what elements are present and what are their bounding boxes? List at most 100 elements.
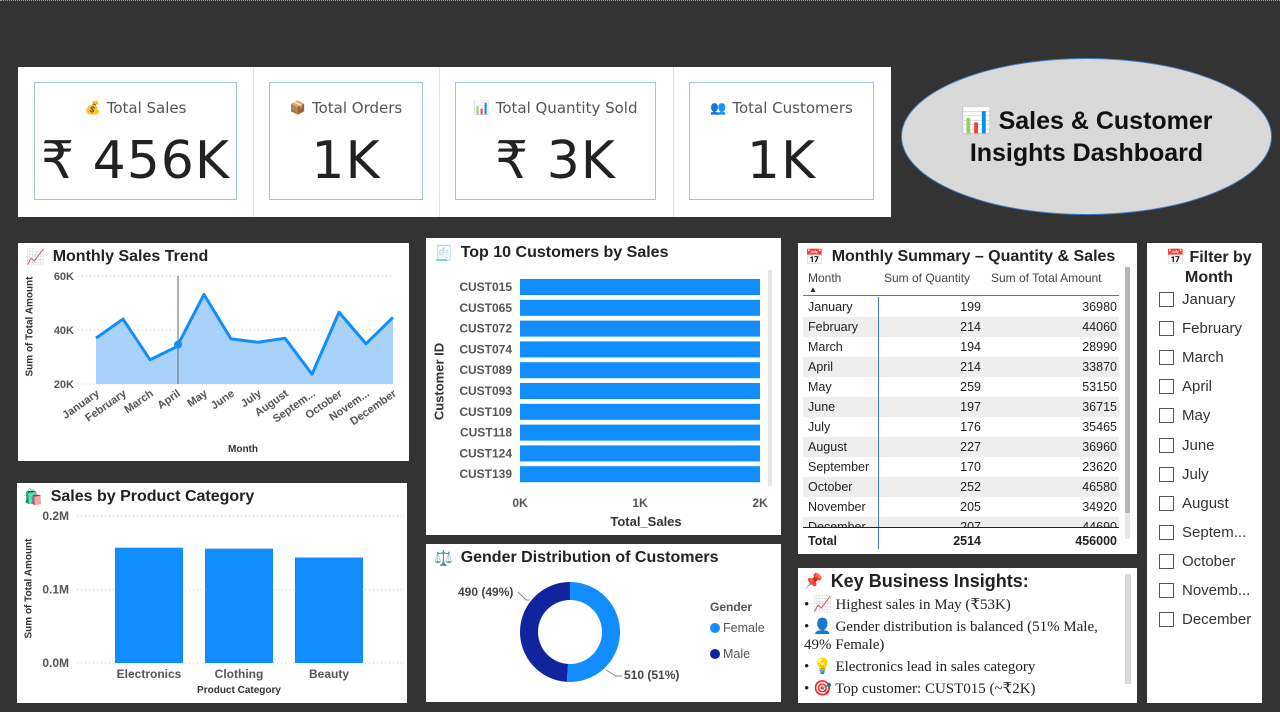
table-row[interactable]: December 207 44690 [803,517,1119,527]
cell-month: July [808,420,831,434]
table-row[interactable]: May 259 53150 [803,377,1119,397]
key-insights-panel: 📌 Key Business Insights: • 📈 Highest sal… [798,568,1137,703]
bar [520,279,760,295]
bar [520,424,760,441]
filter-item[interactable]: October [1159,553,1235,570]
cell-amount: 44690 [1082,520,1117,527]
filter-item[interactable]: July [1159,466,1209,483]
filter-item-label: January [1182,291,1236,308]
y-axis-title: Sum of Total Amount [23,538,35,639]
checkbox[interactable] [1159,437,1174,453]
cell-month: September [808,460,870,474]
kpi-card-total-quantity[interactable]: 📊 Total Quantity Sold ₹ 3K [455,82,656,200]
total-divider [803,527,1119,528]
checkbox[interactable] [1159,495,1174,511]
total-amount: 456000 [1075,534,1117,548]
filter-item[interactable]: December [1159,611,1251,628]
cell-amount: 53150 [1082,380,1117,394]
monthly-summary-panel[interactable]: 📅 Monthly Summary – Quantity & Sales Mon… [798,243,1137,554]
scrollbar[interactable] [1125,574,1131,684]
filter-item[interactable]: June [1159,437,1215,454]
insight-text: Highest sales in May (₹53K) [835,597,1011,613]
filter-item[interactable]: April [1159,378,1212,395]
checkbox[interactable] [1159,612,1174,628]
column-divider [878,297,879,549]
kpi-value: 1K [311,131,381,191]
filter-item-label: July [1182,465,1209,483]
monthly-sales-trend-panel[interactable]: 📈 Monthly Sales Trend 60K 40K 20K January Fe… [18,243,409,461]
leader-line [517,591,530,601]
bar-chart-icon: 📊 [473,100,490,116]
leader-line [605,669,622,677]
scrollbar-thumb[interactable] [1125,267,1130,513]
column-header-month[interactable]: Month [808,271,841,285]
legend-item-female[interactable]: Female [710,621,765,635]
checkbox[interactable] [1159,350,1174,366]
top-customers-panel[interactable]: 🧾 Top 10 Customers by Sales CUST015 CUST0… [426,238,781,535]
table-row[interactable]: October 252 46580 [803,477,1119,497]
scrollbar[interactable] [768,270,772,486]
bar [520,403,760,420]
column-header-quantity[interactable]: Sum of Quantity [884,271,970,285]
column-header-amount[interactable]: Sum of Total Amount [991,271,1102,285]
kpi-card-total-orders[interactable]: 📦 Total Orders 1K [269,82,423,200]
filter-item[interactable]: August [1159,495,1229,512]
x-tick-label: Electronics [117,667,182,681]
filter-item[interactable]: Septem... [1159,524,1246,541]
cell-month: October [808,480,853,494]
checkbox[interactable] [1159,408,1174,424]
kpi-card-total-customers[interactable]: 👥 Total Customers 1K [689,82,874,200]
cell-amount: 28990 [1082,340,1117,354]
cell-quantity: 252 [960,480,981,494]
x-tick-label: 1K [632,496,648,510]
scrollbar-track[interactable] [1125,267,1130,539]
x-tick-label: Beauty [309,667,349,681]
table-row[interactable]: February 214 44060 [803,317,1119,337]
gender-distribution-panel[interactable]: ⚖️ Gender Distribution of Customers 510 … [426,544,781,702]
kpi-value: ₹ 456K [41,131,230,191]
kpi-card-total-sales[interactable]: 💰 Total Sales ₹ 456K [34,82,237,200]
cell-month: March [808,340,843,354]
filter-item[interactable]: March [1159,349,1224,366]
y-tick-label: CUST139 [459,467,512,481]
checkbox[interactable] [1159,553,1174,569]
filter-item[interactable]: February [1159,320,1242,337]
checkbox[interactable] [1159,466,1174,482]
table-row[interactable]: July 176 35465 [803,417,1119,437]
chart-icon: 📊 [960,106,992,135]
sort-ascending-icon[interactable]: ▲ [809,285,817,294]
insight-text: Electronics lead in sales category [835,659,1036,675]
y-tick-label: CUST109 [459,405,512,419]
table-row[interactable]: August 227 36960 [803,437,1119,457]
table-row[interactable]: September 170 23620 [803,457,1119,477]
panel-title: Monthly Summary – Quantity & Sales [831,248,1116,265]
donut-slice-male [520,582,570,682]
kpi-label: Total Customers [732,99,853,117]
checkbox[interactable] [1159,379,1174,395]
filter-item[interactable]: January [1159,291,1235,308]
checkbox[interactable] [1159,583,1174,598]
checkbox[interactable] [1159,321,1174,337]
table-row[interactable]: June 197 36715 [803,397,1119,417]
sales-by-category-panel[interactable]: 🛍️ Sales by Product Category 0.2M 0.1M 0.0… [17,483,407,703]
table-row[interactable]: November 205 34920 [803,497,1119,517]
kpi-label: Total Sales [106,99,187,117]
data-label-female: 510 (51%) [624,668,679,682]
table-row[interactable]: January 199 36980 [803,297,1119,317]
legend-item-male[interactable]: Male [710,647,750,661]
checkbox[interactable] [1159,292,1174,307]
x-tick-label: 2K [752,496,768,510]
month-filter-slicer[interactable]: 📅 Filter by Month January February March Ap… [1147,243,1262,703]
legend-label: Male [723,647,751,661]
bar [520,341,760,358]
table-row[interactable]: March 194 28990 [803,337,1119,357]
table-row[interactable]: April 214 33870 [803,357,1119,377]
cell-amount: 36715 [1082,400,1117,414]
insight-item: • 💡 Electronics lead in sales category [804,659,1036,675]
table-body[interactable]: January 199 36980 February 214 44060 March 194 2… [798,297,1128,527]
filter-item[interactable]: May [1159,407,1210,424]
data-point [174,340,182,349]
filter-item[interactable]: Novemb... [1159,582,1250,599]
checkbox[interactable] [1159,524,1174,540]
legend-label: Female [723,621,765,635]
